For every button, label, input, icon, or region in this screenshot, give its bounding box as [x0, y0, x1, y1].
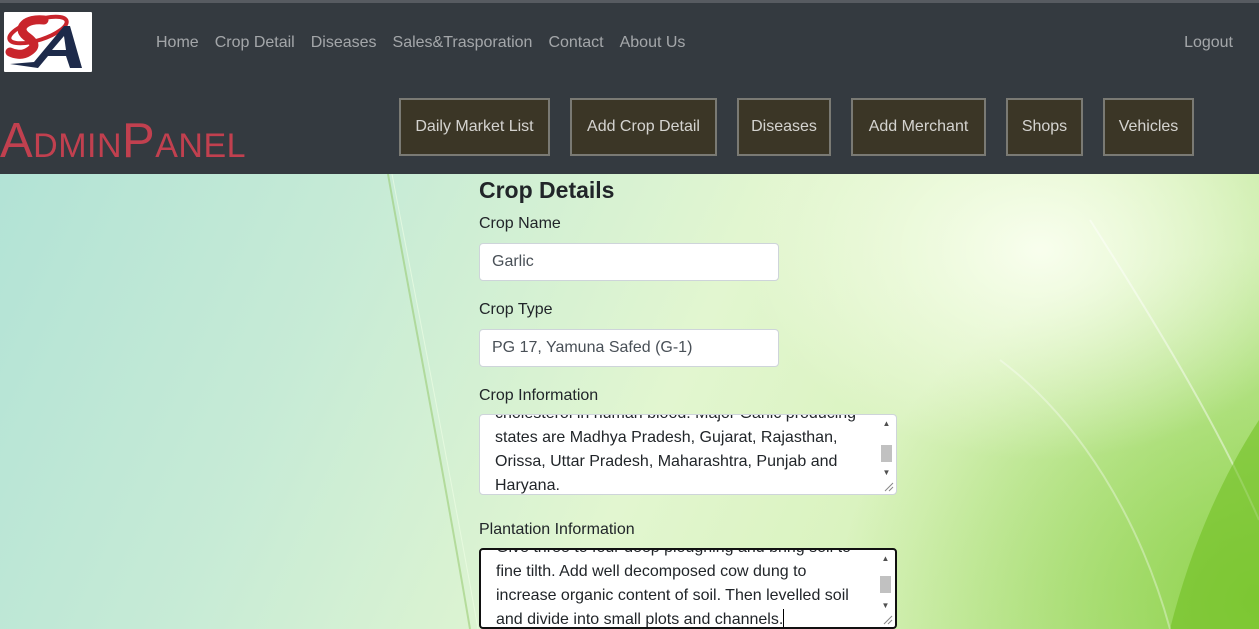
crop-information-scrollbar[interactable]: ▲ ▼	[879, 417, 894, 480]
nav-about-us[interactable]: About Us	[612, 31, 694, 55]
page-title: Crop Details	[479, 177, 615, 203]
logo-mark	[5, 14, 82, 68]
crop-type-input[interactable]: PG 17, Yamuna Safed (G-1)	[479, 329, 779, 367]
nav-diseases[interactable]: Diseases	[303, 31, 385, 55]
site-logo[interactable]	[4, 12, 92, 72]
text-cursor	[783, 609, 785, 627]
crop-type-value: PG 17, Yamuna Safed (G-1)	[492, 339, 693, 356]
nav-home[interactable]: Home	[148, 31, 207, 55]
crop-information-textarea[interactable]: cholesterol in human blood. Major Garlic…	[479, 414, 897, 495]
scroll-up-arrow-icon[interactable]: ▲	[878, 552, 893, 566]
vehicles-button[interactable]: Vehicles	[1103, 98, 1194, 156]
crop-name-input[interactable]: Garlic	[479, 243, 779, 281]
resize-handle-icon[interactable]	[882, 480, 894, 492]
plantation-information-text: Give three to four deep ploughing and br…	[496, 550, 865, 628]
crop-type-label: Crop Type	[479, 301, 553, 318]
scroll-down-arrow-icon[interactable]: ▼	[878, 599, 893, 613]
scroll-down-arrow-icon[interactable]: ▼	[879, 466, 894, 480]
main-nav: Home Crop Detail Diseases Sales&Traspora…	[148, 31, 693, 55]
scrollbar-thumb[interactable]	[881, 445, 892, 462]
crop-information-label: Crop Information	[479, 387, 599, 404]
plantation-information-value: Give three to four deep ploughing and br…	[496, 550, 851, 628]
plantation-information-textarea[interactable]: Give three to four deep ploughing and br…	[479, 548, 897, 629]
diseases-button[interactable]: Diseases	[737, 98, 831, 156]
nav-crop-detail[interactable]: Crop Detail	[207, 31, 303, 55]
shops-button[interactable]: Shops	[1006, 98, 1083, 156]
nav-contact[interactable]: Contact	[540, 31, 611, 55]
crop-information-text: cholesterol in human blood. Major Garlic…	[495, 415, 856, 494]
daily-market-list-button[interactable]: Daily Market List	[399, 98, 550, 156]
navbar: Home Crop Detail Diseases Sales&Traspora…	[0, 3, 1259, 174]
plantation-information-label: Plantation Information	[479, 521, 635, 538]
add-merchant-button[interactable]: Add Merchant	[851, 98, 986, 156]
plantation-information-scrollbar[interactable]: ▲ ▼	[878, 552, 893, 613]
scroll-up-arrow-icon[interactable]: ▲	[879, 417, 894, 431]
crop-name-label: Crop Name	[479, 215, 561, 232]
scrollbar-thumb[interactable]	[880, 576, 891, 593]
crop-name-value: Garlic	[492, 253, 534, 270]
admin-panel-brand: AdminPanel	[0, 114, 247, 168]
resize-handle-icon[interactable]	[881, 613, 893, 625]
logout-link[interactable]: Logout	[1184, 31, 1233, 55]
add-crop-detail-button[interactable]: Add Crop Detail	[570, 98, 717, 156]
nav-sales-transportation[interactable]: Sales&Trasporation	[385, 31, 541, 55]
